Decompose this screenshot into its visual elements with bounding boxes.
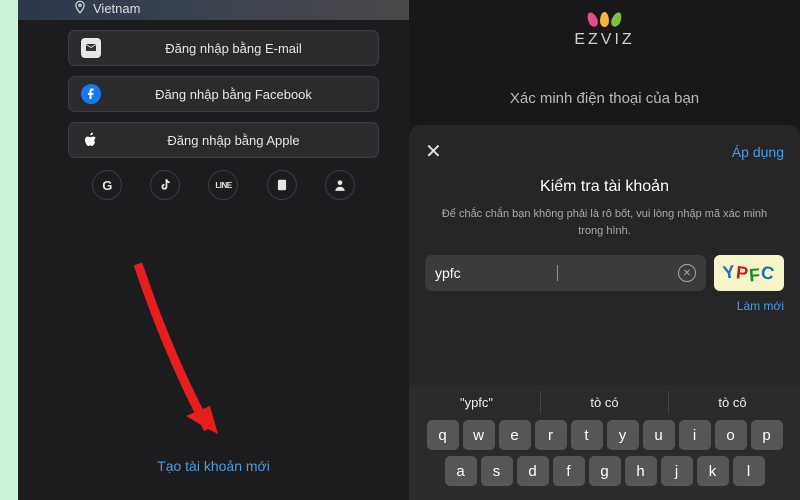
login-facebook-button[interactable]: Đăng nhập bằng Facebook — [68, 76, 379, 112]
refresh-captcha-link[interactable]: Làm mới — [425, 299, 784, 313]
key-f[interactable]: f — [553, 456, 585, 486]
login-apple-button[interactable]: Đăng nhập bằng Apple — [68, 122, 379, 158]
login-button-group: Đăng nhập bằng E-mail Đăng nhập bằng Fac… — [68, 30, 379, 158]
mail-icon — [81, 38, 101, 58]
brand-logo-icon — [588, 12, 621, 27]
apple-icon — [81, 130, 101, 150]
captcha-input-value: ypfc — [435, 265, 556, 281]
keyboard: "ypfc" tò có tò cô q w e r t y u i o p a… — [409, 385, 800, 500]
verify-phone-title: Xác minh điện thoại của bạn — [409, 90, 800, 107]
key-p[interactable]: p — [751, 420, 783, 450]
facebook-icon — [81, 84, 101, 104]
key-w[interactable]: w — [463, 420, 495, 450]
brand-header: EZVIZ — [409, 12, 800, 49]
text-cursor — [557, 265, 558, 281]
key-g[interactable]: g — [589, 456, 621, 486]
suggestion-row: "ypfc" tò có tò cô — [413, 391, 796, 414]
key-u[interactable]: u — [643, 420, 675, 450]
login-email-button[interactable]: Đăng nhập bằng E-mail — [68, 30, 379, 66]
key-row-1: q w e r t y u i o p — [413, 420, 796, 450]
key-h[interactable]: h — [625, 456, 657, 486]
create-account-link[interactable]: Tạo tài khoản mới — [18, 458, 409, 474]
key-a[interactable]: a — [445, 456, 477, 486]
book-icon — [275, 178, 289, 192]
login-user-button[interactable] — [325, 170, 355, 200]
login-email-label: Đăng nhập bằng E-mail — [101, 41, 366, 56]
country-label: Vietnam — [93, 1, 140, 16]
key-k[interactable]: k — [697, 456, 729, 486]
annotation-arrow-icon — [118, 254, 238, 454]
apply-button[interactable]: Áp dụng — [732, 144, 784, 160]
key-q[interactable]: q — [427, 420, 459, 450]
captcha-screen: EZVIZ Xác minh điện thoại của bạn ✕ Áp d… — [409, 0, 800, 500]
key-j[interactable]: j — [661, 456, 693, 486]
key-r[interactable]: r — [535, 420, 567, 450]
suggestion-2[interactable]: tò có — [540, 391, 668, 414]
key-s[interactable]: s — [481, 456, 513, 486]
login-screen: Vietnam Đăng nhập bằng E-mail Đăng nhập … — [18, 0, 409, 500]
key-e[interactable]: e — [499, 420, 531, 450]
close-button[interactable]: ✕ — [425, 139, 442, 164]
key-l[interactable]: l — [733, 456, 765, 486]
login-apple-label: Đăng nhập bằng Apple — [101, 133, 366, 148]
pin-icon — [73, 0, 87, 17]
suggestion-3[interactable]: tò cô — [668, 391, 796, 414]
sheet-title: Kiểm tra tài khoản — [425, 178, 784, 196]
clear-input-button[interactable]: ✕ — [678, 264, 696, 282]
login-facebook-label: Đăng nhập bằng Facebook — [101, 87, 366, 102]
key-t[interactable]: t — [571, 420, 603, 450]
captcha-input[interactable]: ypfc ✕ — [425, 255, 706, 291]
login-line-button[interactable]: LINE — [208, 170, 238, 200]
key-row-2: a s d f g h j k l — [413, 456, 796, 486]
key-y[interactable]: y — [607, 420, 639, 450]
decorative-border — [0, 0, 18, 500]
key-o[interactable]: o — [715, 420, 747, 450]
sheet-description: Để chắc chắn bạn không phải là rô bốt, v… — [425, 206, 784, 239]
tiktok-icon — [158, 178, 172, 192]
login-book-button[interactable] — [267, 170, 297, 200]
country-selector[interactable]: Vietnam — [73, 0, 140, 17]
captcha-image: YPFC — [714, 255, 784, 291]
key-d[interactable]: d — [517, 456, 549, 486]
brand-name: EZVIZ — [574, 31, 634, 49]
login-google-button[interactable]: G — [92, 170, 122, 200]
user-icon — [333, 178, 347, 192]
key-i[interactable]: i — [679, 420, 711, 450]
alt-login-row: G LINE — [68, 170, 379, 200]
login-tiktok-button[interactable] — [150, 170, 180, 200]
suggestion-1[interactable]: "ypfc" — [413, 391, 540, 414]
